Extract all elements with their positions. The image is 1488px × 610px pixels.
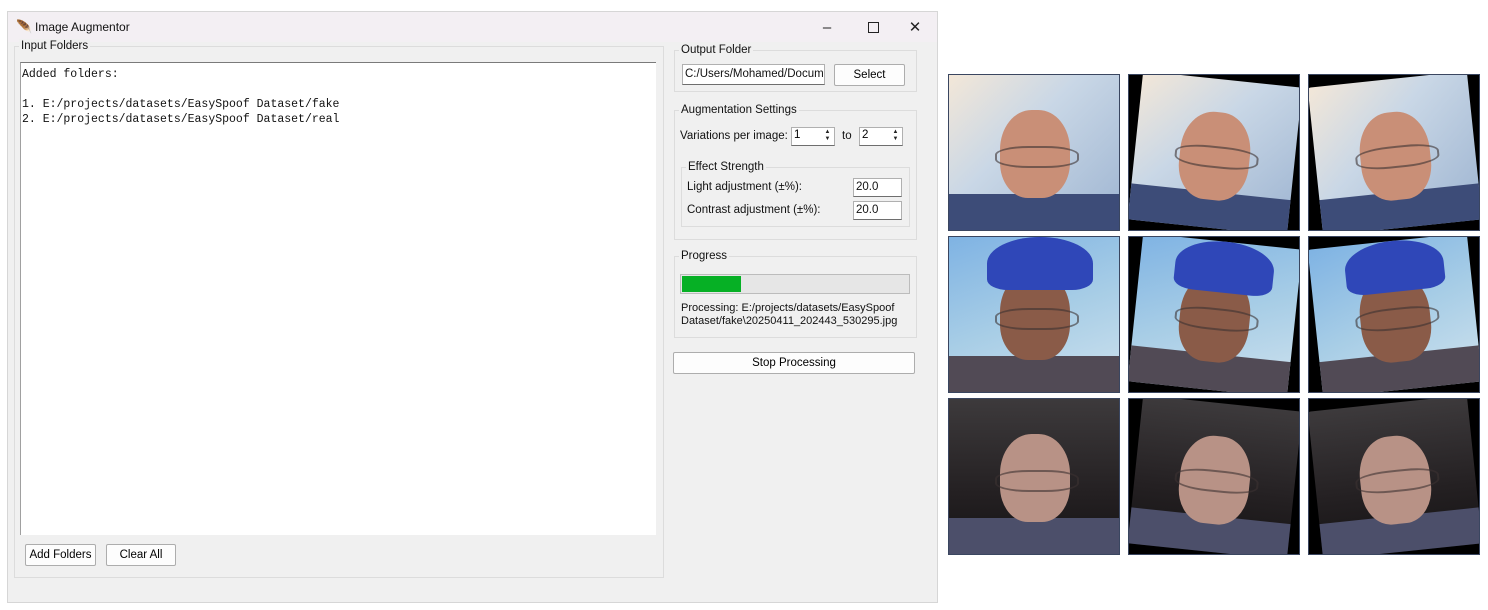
photo <box>949 399 1119 554</box>
contrast-adjustment-label: Contrast adjustment (±%): <box>687 204 821 216</box>
shirt <box>949 194 1119 230</box>
light-adjustment-field[interactable]: 20.0 <box>853 178 902 197</box>
effect-strength-label: Effect Strength <box>686 160 766 174</box>
augmented-image-7 <box>948 398 1120 555</box>
output-folder-label: Output Folder <box>679 43 754 57</box>
photo <box>949 237 1119 392</box>
folders-line-4: 2. E:/projects/datasets/EasySpoof Datase… <box>22 113 340 126</box>
window-title: Image Augmentor <box>35 20 130 34</box>
glasses <box>995 469 1079 492</box>
close-icon[interactable]: ✕ <box>893 12 937 42</box>
select-button[interactable]: Select <box>834 64 905 86</box>
cap <box>986 237 1094 291</box>
folders-line-3: 1. E:/projects/datasets/EasySpoof Datase… <box>22 98 340 111</box>
augmented-image-1 <box>948 74 1120 231</box>
variations-label: Variations per image: <box>680 130 788 142</box>
photo <box>1309 237 1479 392</box>
light-adjustment-label: Light adjustment (±%): <box>687 181 802 193</box>
to-label: to <box>842 130 852 142</box>
augmented-image-8 <box>1128 398 1300 555</box>
augmented-image-2 <box>1128 74 1300 231</box>
augmentation-preview-grid <box>948 74 1480 555</box>
glasses <box>995 145 1079 168</box>
photo <box>1129 399 1299 554</box>
augmentation-settings-label: Augmentation Settings <box>679 103 799 117</box>
spin-arrows-icon[interactable]: ▲ ▼ <box>822 129 833 144</box>
spin-arrows-icon[interactable]: ▲ ▼ <box>890 129 901 144</box>
contrast-adjustment-field[interactable]: 20.0 <box>853 201 902 220</box>
maximize-icon[interactable] <box>851 12 895 42</box>
augmented-image-4 <box>948 236 1120 393</box>
augmented-image-9 <box>1308 398 1480 555</box>
folders-line-1: Added folders: <box>22 68 119 81</box>
input-folders-label: Input Folders <box>19 39 91 53</box>
progress-status-line-2: Dataset/fake\20250411_202443_530295.jpg <box>681 315 898 327</box>
photo <box>949 75 1119 230</box>
photo <box>1129 75 1299 230</box>
augmented-image-5 <box>1128 236 1300 393</box>
progress-status: Processing: E:/projects/datasets/EasySpo… <box>681 302 911 328</box>
title-bar[interactable]: 🪶 Image Augmentor – ✕ <box>8 12 937 42</box>
output-path-field[interactable]: C:/Users/Mohamed/Documents <box>682 64 825 85</box>
progress-status-line-1: Processing: E:/projects/datasets/EasySpo… <box>681 302 895 314</box>
photo <box>1129 237 1299 392</box>
add-folders-button[interactable]: Add Folders <box>25 544 96 566</box>
stop-processing-button[interactable]: Stop Processing <box>673 352 915 374</box>
minimize-icon[interactable]: – <box>805 12 849 42</box>
folders-textarea[interactable]: Added folders: 1. E:/projects/datasets/E… <box>20 62 656 535</box>
glasses <box>995 307 1079 330</box>
progress-label: Progress <box>679 249 730 263</box>
variations-from-spinbox[interactable]: 1 ▲ ▼ <box>791 127 835 146</box>
feather-icon: 🪶 <box>16 19 33 34</box>
variations-to-value: 2 <box>862 129 869 141</box>
cap <box>1342 237 1447 297</box>
shirt <box>949 518 1119 554</box>
shirt <box>949 356 1119 392</box>
progress-bar <box>680 274 910 294</box>
variations-from-value: 1 <box>794 129 801 141</box>
cap <box>1172 237 1277 298</box>
progress-bar-fill <box>682 276 741 292</box>
augmented-image-6 <box>1308 236 1480 393</box>
photo <box>1309 399 1479 554</box>
augmented-image-3 <box>1308 74 1480 231</box>
photo <box>1309 75 1479 230</box>
variations-to-spinbox[interactable]: 2 ▲ ▼ <box>859 127 903 146</box>
clear-all-button[interactable]: Clear All <box>106 544 176 566</box>
